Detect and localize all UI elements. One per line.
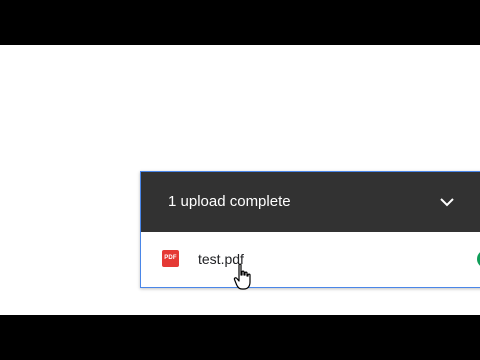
upload-progress-panel: 1 upload complete PDF test.pdf [140, 171, 480, 288]
video-letterbox-top [0, 0, 480, 45]
video-letterbox-bottom [0, 315, 480, 360]
pdf-file-icon: PDF [162, 250, 179, 267]
upload-panel-header: 1 upload complete [141, 172, 480, 232]
hand-pointer-icon [233, 263, 251, 290]
page-background: 1 upload complete PDF test.pdf [0, 45, 480, 315]
upload-status-title: 1 upload complete [168, 193, 291, 210]
upload-list-item[interactable]: PDF test.pdf [141, 232, 480, 287]
chevron-down-icon [440, 198, 454, 207]
collapse-button[interactable] [431, 188, 463, 216]
